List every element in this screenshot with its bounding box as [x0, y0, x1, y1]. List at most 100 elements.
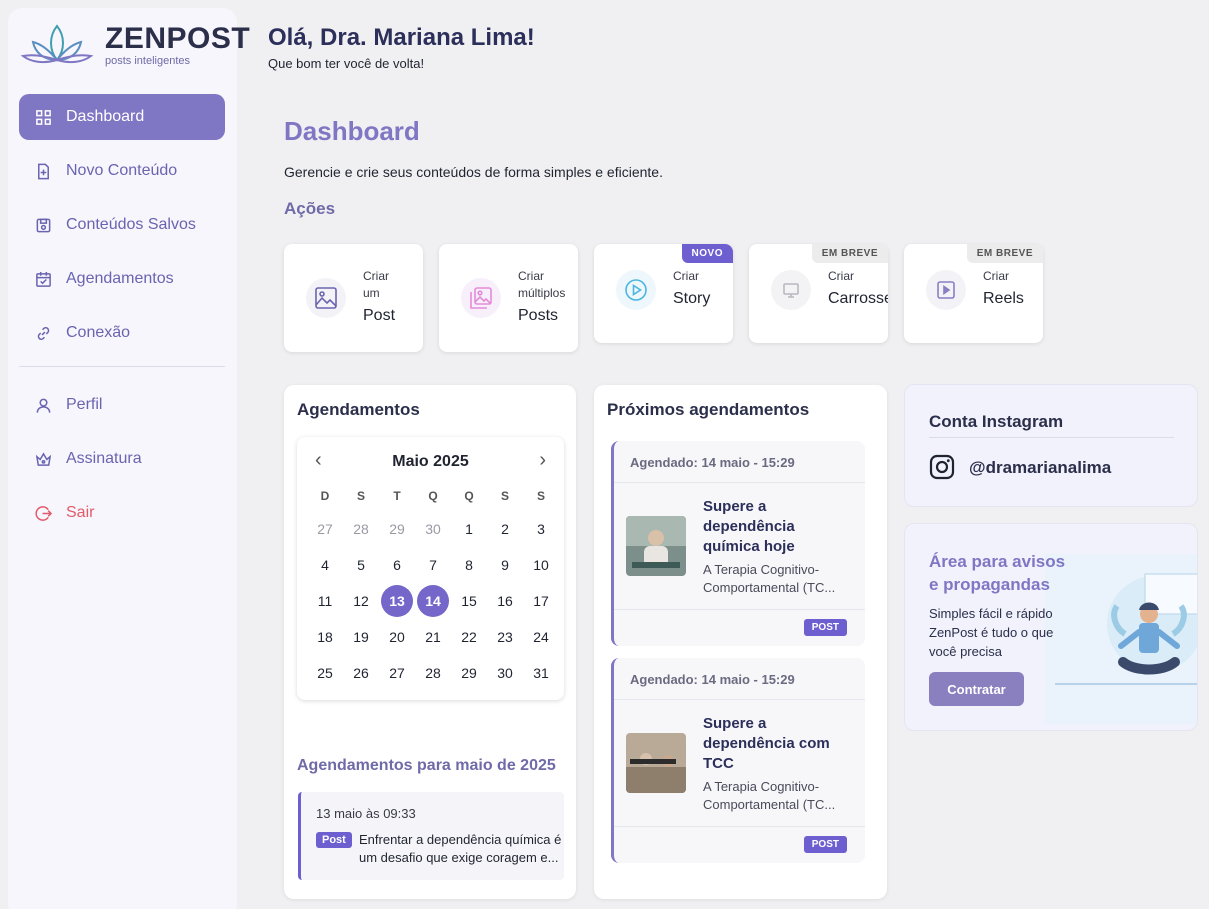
sidebar-item-conexao[interactable]: Conexão — [19, 310, 225, 356]
upcoming-when: Agendado: 14 maio - 15:29 — [614, 441, 865, 483]
calendar-day[interactable]: 30 — [487, 655, 523, 691]
upcoming-desc: A Terapia Cognitivo-Comportamental (TC..… — [703, 562, 836, 595]
sidebar-item-assinatura[interactable]: Assinatura — [19, 436, 225, 482]
grid-icon — [36, 109, 51, 125]
upcoming-item[interactable]: Agendado: 14 maio - 15:29 Supere a depen… — [611, 658, 865, 863]
calendar-day[interactable]: 27 — [379, 655, 415, 691]
greeting-header: Olá, Dra. Mariana Lima! Que bom ter você… — [268, 24, 535, 71]
logout-icon — [35, 505, 52, 521]
sidebar-item-perfil[interactable]: Perfil — [19, 382, 225, 428]
sidebar-item-dashboard[interactable]: Dashboard — [19, 94, 225, 140]
calendar-day[interactable]: 22 — [451, 619, 487, 655]
instagram-icon — [929, 454, 955, 480]
calendar-day[interactable]: 2 — [487, 511, 523, 547]
link-icon — [37, 326, 50, 340]
action-criar-post[interactable]: Criar um Post — [284, 244, 423, 352]
calendar-day[interactable]: 28 — [343, 511, 379, 547]
calendar-icon — [36, 271, 51, 287]
coming-soon-badge: EM BREVE — [966, 244, 1043, 263]
calendar-day[interactable]: 10 — [523, 547, 559, 583]
action-label-small: Criar — [363, 269, 389, 283]
calendar-day[interactable]: 25 — [307, 655, 343, 691]
logo[interactable]: ZENPOST posts inteligentes — [19, 20, 250, 70]
instagram-divider — [929, 437, 1174, 438]
calendar-day[interactable]: 30 — [415, 511, 451, 547]
calendar-day[interactable]: 23 — [487, 619, 523, 655]
coming-soon-badge: EM BREVE — [811, 244, 888, 263]
action-criar-carrossel[interactable]: EM BREVE Criar Carrossel — [749, 244, 888, 343]
calendar-day[interactable]: 4 — [307, 547, 343, 583]
calendar-day[interactable]: 18 — [307, 619, 343, 655]
calendar-day[interactable]: 29 — [451, 655, 487, 691]
action-label: Post — [363, 307, 396, 324]
sidebar-item-conteudos-salvos[interactable]: Conteúdos Salvos — [19, 202, 225, 248]
instagram-handle[interactable]: @dramarianalima — [969, 458, 1111, 478]
calendar-day[interactable]: 12 — [343, 583, 379, 619]
calendar-weekday: S — [356, 489, 365, 503]
calendar-day[interactable]: 3 — [523, 511, 559, 547]
calendar-day[interactable]: 20 — [379, 619, 415, 655]
action-criar-multiplos-posts[interactable]: Criar múltiplos Posts — [439, 244, 578, 352]
action-criar-story[interactable]: NOVO Criar Story — [594, 244, 733, 343]
calendar-day[interactable]: 16 — [487, 583, 523, 619]
calendar-day[interactable]: 1 — [451, 511, 487, 547]
calendar-day[interactable]: 15 — [451, 583, 487, 619]
post-image-icon — [626, 733, 686, 793]
calendar-day[interactable]: 27 — [307, 511, 343, 547]
calendar-weekday: S — [536, 489, 545, 503]
agendamentos-title: Agendamentos — [297, 400, 420, 419]
save-icon — [36, 218, 51, 232]
calendar-day-selected: 14 — [417, 585, 449, 617]
month-schedule-item[interactable]: 13 maio às 09:33 Post Enfrentar a depend… — [298, 792, 564, 880]
action-label-small: Criar — [673, 269, 699, 283]
image-icon — [315, 287, 337, 309]
calendar-day[interactable]: 26 — [343, 655, 379, 691]
ad-card: Área para avisos e propagandas Simples f… — [904, 523, 1198, 731]
contratar-button[interactable]: Contratar — [929, 672, 1024, 706]
ad-text: Simples fácil e rápido ZenPost é tudo o … — [929, 606, 1054, 659]
greeting-title: Olá, Dra. Mariana Lima! — [268, 24, 535, 51]
calendar-day[interactable]: 7 — [415, 547, 451, 583]
calendar-day[interactable]: 13 — [379, 583, 415, 619]
calendar-day-selected: 13 — [381, 585, 413, 617]
images-icon — [470, 287, 492, 309]
calendar-weekday: S — [500, 489, 509, 503]
next-month-icon[interactable]: › — [539, 449, 546, 472]
sidebar-item-sair[interactable]: Sair — [19, 490, 225, 536]
instagram-card: Conta Instagram @dramarianalima — [904, 384, 1198, 507]
schedule-text-line: um desafio que exige coragem e... — [359, 850, 559, 865]
calendar-day[interactable]: 24 — [523, 619, 559, 655]
sidebar-item-label: Assinatura — [66, 450, 142, 467]
calendar-day[interactable]: 21 — [415, 619, 451, 655]
calendar-day[interactable]: 29 — [379, 511, 415, 547]
calendar-day[interactable]: 11 — [307, 583, 343, 619]
action-icon-wrap — [926, 270, 966, 310]
calendar-day[interactable]: 6 — [379, 547, 415, 583]
actions-title: Ações — [284, 199, 336, 218]
action-icon-wrap — [771, 270, 811, 310]
calendar-day[interactable]: 9 — [487, 547, 523, 583]
sidebar-item-label: Dashboard — [66, 108, 145, 125]
calendar-day[interactable]: 8 — [451, 547, 487, 583]
action-criar-reels[interactable]: EM BREVE Criar Reels — [904, 244, 1043, 343]
sidebar-item-agendamentos[interactable]: Agendamentos — [19, 256, 225, 302]
calendar-day[interactable]: 5 — [343, 547, 379, 583]
action-label-small: múltiplos — [518, 286, 566, 300]
file-plus-icon — [38, 163, 49, 179]
upcoming-item[interactable]: Agendado: 14 maio - 15:29 Supere a depen… — [611, 441, 865, 646]
sidebar-item-label: Perfil — [66, 396, 103, 413]
action-icon-wrap — [306, 278, 346, 318]
schedule-text: Enfrentar a dependência química é um des… — [359, 831, 564, 867]
sidebar-item-label: Sair — [66, 504, 95, 521]
calendar-day[interactable]: 17 — [523, 583, 559, 619]
calendar-weekday: T — [393, 489, 401, 503]
calendar-day[interactable]: 14 — [415, 583, 451, 619]
action-label-small: Criar — [828, 269, 854, 283]
post-thumbnail — [626, 516, 686, 576]
calendar-day[interactable]: 31 — [523, 655, 559, 691]
sidebar-item-novo-conteudo[interactable]: Novo Conteúdo — [19, 148, 225, 194]
calendar: ‹ Maio 2025 › D S T Q Q S S 27 28 29 30 1 2 3 4 5 6 7 8 9 10… — [297, 437, 564, 700]
upcoming-when: Agendado: 14 maio - 15:29 — [614, 658, 865, 700]
calendar-day[interactable]: 19 — [343, 619, 379, 655]
calendar-day[interactable]: 28 — [415, 655, 451, 691]
